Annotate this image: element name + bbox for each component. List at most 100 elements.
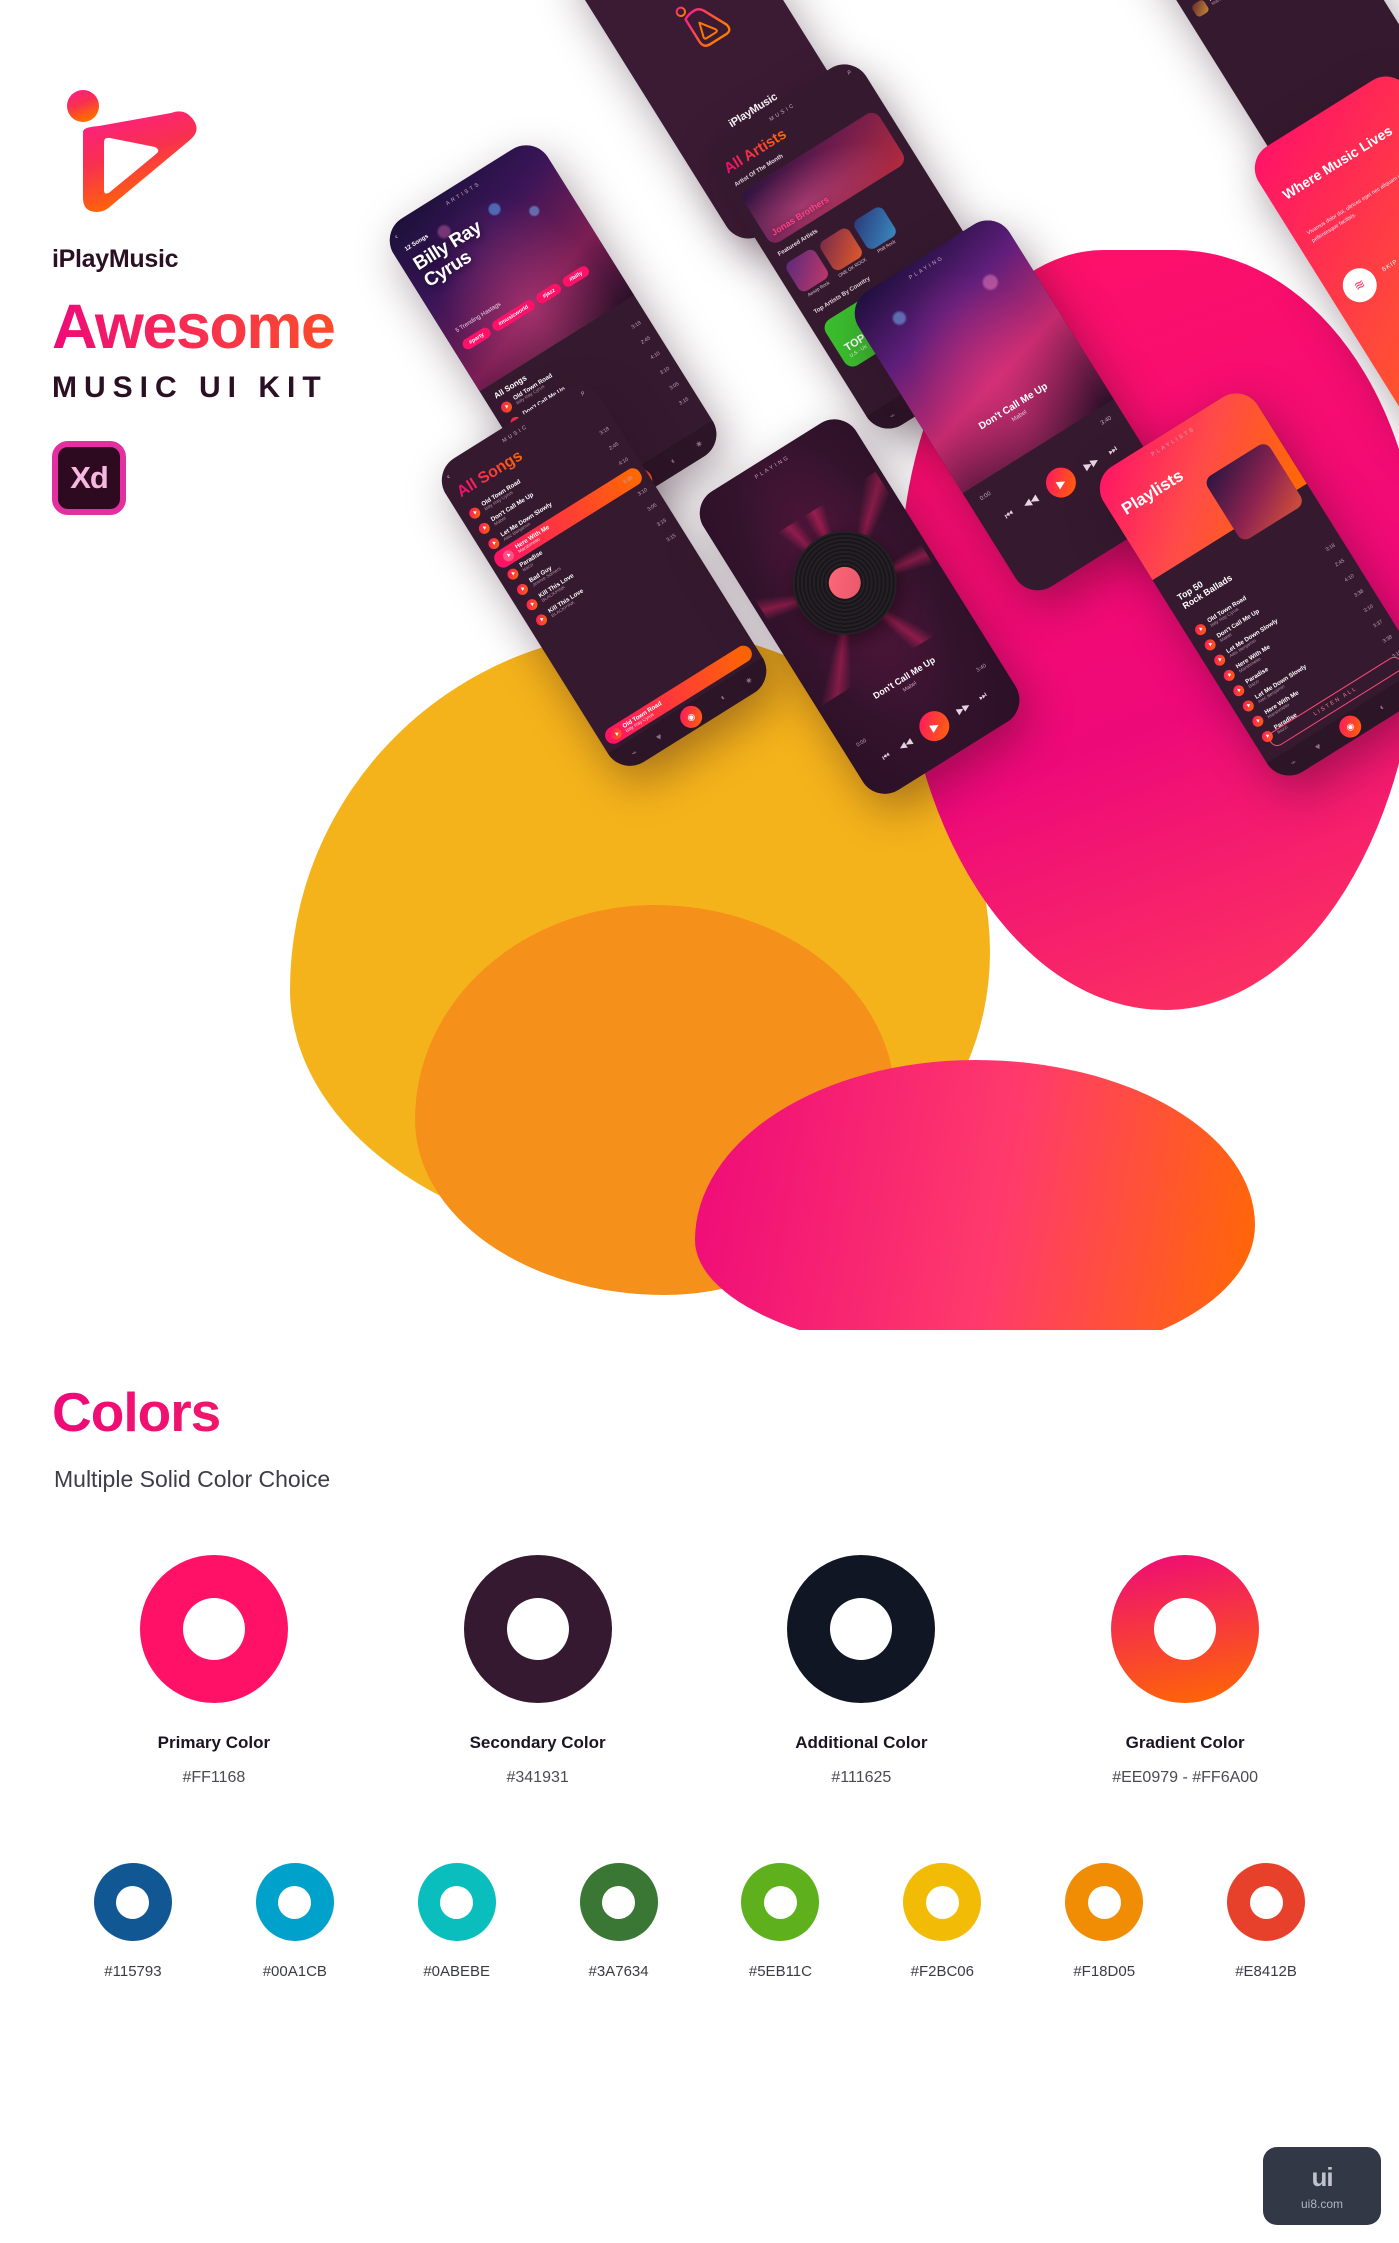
contrast-icon[interactable]: ◐	[668, 455, 678, 466]
previous-icon[interactable]: ⏮	[880, 749, 893, 763]
subheadline: MUSIC UI KIT	[52, 371, 328, 404]
color-hex: #341931	[506, 1769, 569, 1786]
play-icon[interactable]	[1221, 667, 1237, 683]
color-ring	[417, 1863, 496, 1941]
play-icon[interactable]	[1240, 697, 1256, 714]
track-duration: 3:38	[622, 475, 635, 486]
headline: Awesome	[52, 296, 482, 359]
play-icon[interactable]	[1230, 682, 1247, 698]
track-duration: 2:45	[608, 441, 621, 452]
contrast-icon[interactable]: ◐	[1377, 701, 1387, 712]
play-icon[interactable]	[1211, 652, 1227, 668]
color-hex: #0ABEBE	[423, 1963, 491, 1980]
play-icon[interactable]	[505, 566, 521, 582]
play-icon[interactable]	[524, 596, 540, 612]
splash-logo-icon	[675, 6, 731, 48]
gear-icon[interactable]: ✷	[693, 437, 705, 450]
track-duration: 4:10	[1343, 573, 1356, 584]
adobe-xd-badge: Xd	[52, 441, 126, 515]
color-hex: #5EB11C	[748, 1963, 812, 1980]
color-hex: #115793	[104, 1963, 162, 1980]
artist-of-month-name: Jonas Brothers	[769, 194, 831, 238]
heart-icon[interactable]: ♥	[654, 731, 664, 742]
palette-swatch: #F2BC06	[861, 1863, 1023, 1980]
color-name: Additional Color	[795, 1733, 928, 1752]
track-duration: 2:45	[640, 335, 652, 346]
color-hex: #00A1CB	[262, 1963, 327, 1980]
color-ring	[255, 1863, 334, 1941]
play-icon[interactable]	[498, 399, 514, 415]
track-duration: 4:10	[649, 350, 662, 362]
track-duration: 3:15	[655, 517, 668, 529]
play-icon[interactable]	[1192, 621, 1208, 637]
color-name: Gradient Color	[1125, 1733, 1245, 1752]
gear-icon[interactable]: ✷	[743, 674, 755, 687]
palette-swatch: #3A7634	[538, 1863, 700, 1980]
color-ring	[787, 1555, 936, 1703]
play-icon[interactable]	[476, 520, 492, 536]
play-icon[interactable]	[1249, 713, 1266, 729]
forward-icon[interactable]: ▶▶	[954, 700, 972, 717]
color-ring	[1111, 1555, 1260, 1703]
heart-icon[interactable]: ♥	[1313, 741, 1323, 752]
play-icon[interactable]	[533, 611, 549, 628]
play-icon[interactable]	[514, 581, 530, 597]
sound-wave-icon: ≋	[1336, 261, 1384, 309]
palette-swatch: #0ABEBE	[376, 1863, 538, 1980]
track-duration: 3:15	[665, 532, 678, 544]
contrast-icon[interactable]: ◐	[718, 691, 728, 702]
color-name: Secondary Color	[469, 1733, 606, 1752]
color-ring	[463, 1555, 612, 1703]
play-icon[interactable]	[1202, 636, 1218, 653]
album-thumbnail	[1190, 0, 1210, 19]
hero-section: iPlayMusic Awesome MUSIC UI KIT Xd iPlay…	[0, 0, 1399, 1330]
equalizer-icon[interactable]: ⌁	[1288, 756, 1298, 768]
rewind-icon[interactable]: ◀◀	[897, 736, 915, 753]
palette-swatch: #5EB11C	[700, 1863, 862, 1980]
colors-heading: Colors	[52, 1380, 1399, 1444]
track-artist: Marshmello	[1211, 0, 1312, 7]
search-icon[interactable]: ⌕	[578, 388, 587, 399]
elapsed-time: 0:00	[979, 490, 993, 503]
play-icon[interactable]	[486, 535, 502, 551]
track-duration: 2:45	[1334, 557, 1346, 569]
palette-swatch: #115793	[52, 1863, 214, 1980]
total-time: 3:40	[1099, 415, 1113, 427]
color-swatch: Primary Color #FF1168	[52, 1555, 376, 1787]
color-ring	[741, 1863, 820, 1941]
track-duration: 3:18	[598, 426, 611, 437]
color-swatch: Additional Color #111625	[700, 1555, 1024, 1787]
forward-icon[interactable]: ▶▶	[1082, 455, 1101, 472]
previous-icon[interactable]: ⏮	[1003, 508, 1016, 522]
skip-button[interactable]: SKIP	[1381, 259, 1399, 273]
equalizer-icon[interactable]: ⌁	[629, 746, 639, 758]
next-icon[interactable]: ⏭	[1106, 443, 1119, 457]
play-icon[interactable]	[500, 547, 516, 563]
color-ring	[903, 1863, 982, 1941]
main-color-swatches: Primary Color #FF1168 Secondary Color #3…	[0, 1555, 1399, 1787]
track-duration: 3:38	[1353, 588, 1365, 599]
onboarding-actions: ≋ SKIP ›	[1336, 223, 1399, 309]
list-item[interactable]: Here With Me Marshmello 3 Songs	[1181, 0, 1341, 25]
ui-kit-presentation: iPlayMusic Awesome MUSIC UI KIT Xd iPlay…	[0, 0, 1399, 2243]
colors-subheading: Multiple Solid Color Choice	[54, 1466, 331, 1492]
color-ring	[93, 1863, 172, 1941]
screen-header-label: MUSIC	[768, 102, 797, 123]
play-button[interactable]: ▶	[1040, 461, 1082, 504]
color-hex: #3A7634	[588, 1963, 649, 1980]
track-duration: 3:37	[1372, 618, 1385, 630]
color-hex: #F18D05	[1073, 1963, 1136, 1980]
equalizer-icon[interactable]: ⌁	[887, 409, 897, 421]
track-duration: 3:18	[630, 320, 643, 331]
color-hex: #E8412B	[1235, 1963, 1297, 1980]
color-ring	[1065, 1863, 1144, 1941]
color-ring	[579, 1863, 658, 1941]
rewind-icon[interactable]: ◀◀	[1021, 493, 1040, 510]
color-swatch: Secondary Color #341931	[376, 1555, 700, 1787]
next-icon[interactable]: ⏭	[976, 689, 989, 703]
colors-section: Colors Multiple Solid Color Choice Prima…	[0, 1380, 1399, 1980]
track-duration: 3:18	[1324, 542, 1337, 554]
track-duration: 3:10	[636, 487, 649, 498]
play-icon[interactable]	[608, 726, 624, 742]
search-icon[interactable]: ⌕	[845, 67, 854, 78]
